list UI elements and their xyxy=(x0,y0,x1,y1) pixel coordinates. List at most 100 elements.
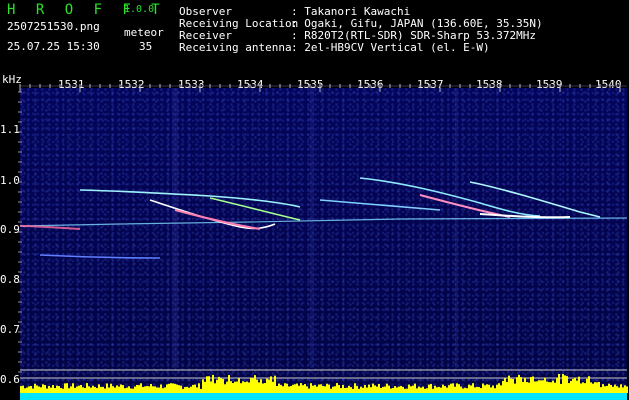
level-bar xyxy=(352,388,354,393)
level-bar xyxy=(626,386,628,393)
level-bar xyxy=(524,377,526,393)
level-bar xyxy=(98,384,100,393)
level-bar xyxy=(470,385,472,393)
level-bar xyxy=(78,385,80,393)
level-bar xyxy=(504,378,506,393)
echo-1 xyxy=(79,189,301,208)
level-bar xyxy=(384,386,386,393)
level-bar xyxy=(94,387,96,393)
level-bar xyxy=(110,383,112,393)
level-bar xyxy=(202,379,204,393)
level-bar xyxy=(460,386,462,393)
level-bar xyxy=(546,381,548,393)
level-bar xyxy=(122,385,124,393)
level-bar xyxy=(392,388,394,393)
level-bar xyxy=(50,387,52,393)
level-bar xyxy=(176,384,178,393)
level-bar xyxy=(48,386,50,393)
level-bar xyxy=(608,383,610,393)
level-bar xyxy=(482,383,484,393)
level-bar xyxy=(230,381,232,393)
level-bar xyxy=(196,387,198,393)
level-bar xyxy=(40,387,42,393)
level-bar xyxy=(616,386,618,393)
level-bar xyxy=(86,383,88,393)
level-bar xyxy=(344,387,346,393)
level-bar xyxy=(36,385,38,393)
level-bar xyxy=(370,387,372,393)
level-bar xyxy=(498,383,500,393)
level-bar xyxy=(466,388,468,393)
level-bar xyxy=(500,385,502,393)
level-bar xyxy=(408,384,410,393)
level-bar xyxy=(542,380,544,393)
echo-2 xyxy=(149,199,276,230)
level-bar xyxy=(338,385,340,393)
level-bar xyxy=(288,386,290,393)
level-bar xyxy=(30,385,32,393)
level-bar xyxy=(140,383,142,393)
level-bar xyxy=(132,388,134,393)
level-bar xyxy=(494,388,496,393)
level-bar xyxy=(508,375,510,393)
level-bar xyxy=(342,384,344,393)
level-bar xyxy=(130,388,132,393)
level-bar xyxy=(332,386,334,393)
level-bar xyxy=(80,384,82,393)
level-bar xyxy=(28,386,30,393)
level-bar xyxy=(74,387,76,393)
level-bar xyxy=(354,383,356,393)
level-bar xyxy=(448,385,450,393)
level-bar xyxy=(260,379,262,393)
level-bar xyxy=(382,386,384,393)
level-bar xyxy=(234,381,236,393)
level-bar xyxy=(46,388,48,393)
level-bar xyxy=(564,375,566,393)
level-bar xyxy=(282,386,284,393)
level-bar xyxy=(410,386,412,393)
level-bar xyxy=(190,386,192,393)
level-bar xyxy=(188,387,190,393)
level-bar xyxy=(548,382,550,393)
level-bar xyxy=(128,386,130,393)
level-bar xyxy=(194,384,196,393)
level-bar xyxy=(270,376,272,393)
level-bar xyxy=(488,384,490,393)
level-bar xyxy=(390,388,392,393)
level-bar xyxy=(52,384,54,393)
level-bar xyxy=(624,385,626,393)
level-bar xyxy=(174,383,176,393)
level-bar xyxy=(374,385,376,393)
level-bar xyxy=(406,388,408,393)
level-bar xyxy=(348,385,350,393)
level-bar xyxy=(192,384,194,393)
level-bar xyxy=(22,385,24,393)
level-bar xyxy=(418,386,420,393)
level-bar xyxy=(120,384,122,393)
level-bar xyxy=(522,381,524,393)
echo-4 xyxy=(209,197,301,221)
level-bar xyxy=(376,386,378,393)
level-bar xyxy=(258,382,260,393)
level-bar xyxy=(430,383,432,393)
level-bar xyxy=(64,383,66,393)
level-bar xyxy=(268,379,270,393)
level-bar xyxy=(266,378,268,393)
level-bar xyxy=(328,384,330,393)
level-bar xyxy=(592,383,594,393)
level-bar xyxy=(496,384,498,393)
level-bar xyxy=(520,377,522,393)
level-bar xyxy=(514,383,516,393)
level-bar xyxy=(34,383,36,393)
level-bar xyxy=(308,388,310,393)
level-bar xyxy=(292,384,294,393)
level-bar xyxy=(256,379,258,393)
level-bar xyxy=(224,384,226,393)
level-bar xyxy=(386,383,388,393)
level-bar xyxy=(186,386,188,393)
level-bar xyxy=(144,386,146,393)
level-bar xyxy=(602,384,604,393)
level-bar xyxy=(424,388,426,393)
level-bar xyxy=(232,383,234,393)
level-bar xyxy=(444,386,446,393)
